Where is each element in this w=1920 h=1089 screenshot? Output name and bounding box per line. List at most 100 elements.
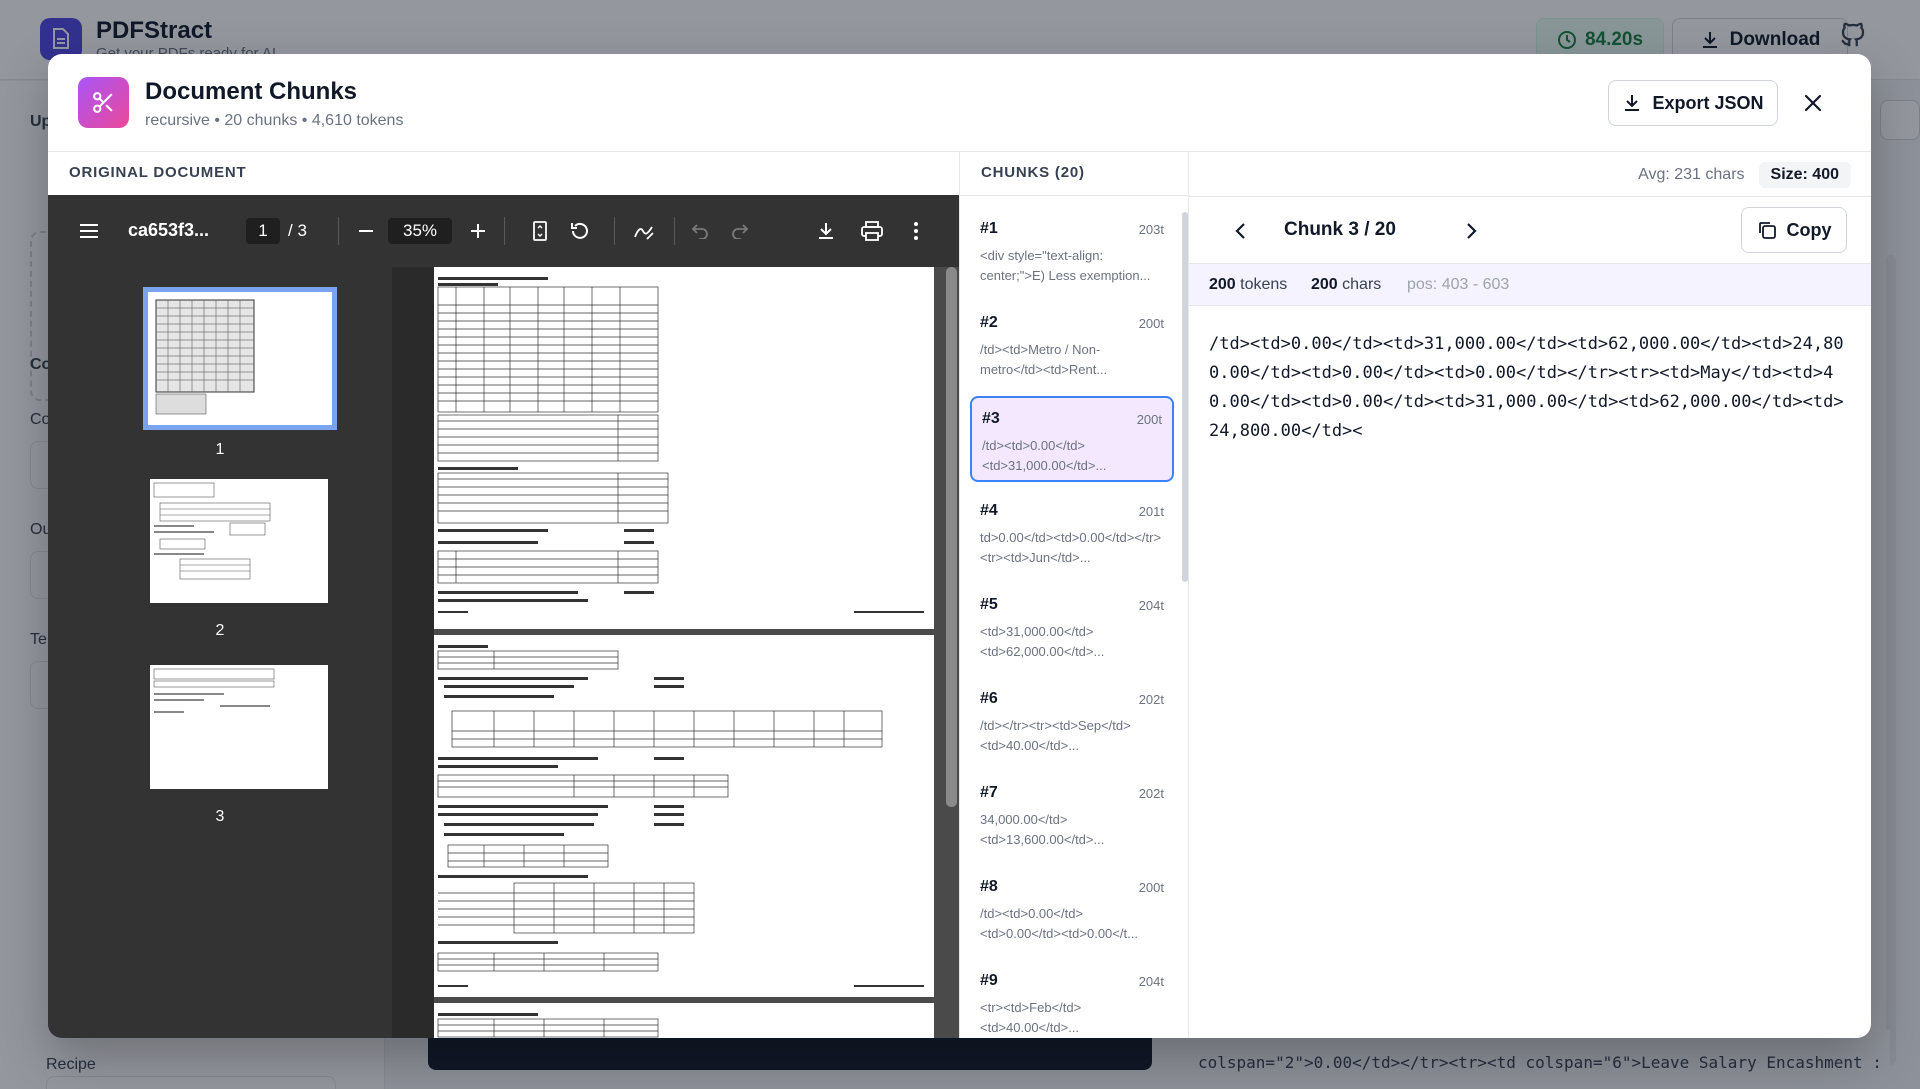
pdf-toolbar: ca653f3... 1 / 3 35% — [48, 195, 959, 267]
copy-label: Copy — [1786, 219, 1832, 240]
pdf-page — [434, 267, 934, 629]
fit-page-icon[interactable] — [528, 219, 552, 243]
modal-title: Document Chunks — [145, 78, 358, 105]
chunk-id: #4 — [980, 502, 998, 519]
download-icon — [1625, 95, 1640, 111]
thumbnail-sidebar: 1 2 3 — [48, 267, 392, 1038]
scissors-icon — [78, 77, 129, 128]
chunks-modal: Document Chunks recursive • 20 chunks • … — [48, 54, 1871, 1038]
chunk-preview: 34,000.00</td><td>13,600.00</td>... — [980, 812, 1105, 847]
chunk-list-item[interactable]: #6 202t /td></tr><tr><td>Sep</td><td>40.… — [970, 678, 1174, 764]
pdf-viewer-body: 1 2 3 — [48, 267, 959, 1038]
chunk-tokens: 200t — [1138, 880, 1164, 895]
chunk-size-badge: Size: 400 — [1758, 162, 1851, 188]
page-thumbnail[interactable] — [143, 287, 337, 430]
chunk-id: #2 — [980, 314, 998, 331]
chunk-tokens: 202t — [1138, 786, 1164, 801]
close-icon[interactable] — [1796, 86, 1830, 120]
toolbar-divider — [674, 217, 675, 245]
pdf-page — [434, 1003, 934, 1038]
token-count: 200 tokens — [1209, 276, 1288, 293]
print-icon[interactable] — [860, 219, 884, 243]
divider — [960, 195, 1190, 196]
export-json-button[interactable]: Export JSON — [1608, 80, 1778, 126]
chunk-id: #9 — [980, 972, 998, 989]
chunk-navigation-bar: Chunk 3 / 20 Copy — [1189, 196, 1871, 264]
chunk-list-item[interactable]: #5 204t <td>31,000.00</td><td>62,000.00<… — [970, 584, 1174, 670]
modal-subtitle: recursive • 20 chunks • 4,610 tokens — [145, 112, 404, 129]
chunk-id: #6 — [980, 690, 998, 707]
chunk-content: /td><td>0.00</td><td>31,000.00</td><td>6… — [1209, 334, 1844, 441]
rotate-icon[interactable] — [568, 219, 592, 243]
export-json-label: Export JSON — [1652, 92, 1764, 113]
chunk-position-title: Chunk 3 / 20 — [1284, 219, 1396, 240]
chunk-id: #5 — [980, 596, 998, 613]
copy-icon — [1758, 222, 1776, 239]
chunk-id: #1 — [980, 220, 998, 237]
original-document-label: ORIGINAL DOCUMENT — [69, 164, 247, 181]
download-icon[interactable] — [814, 219, 838, 243]
chunk-preview: td>0.00</td><td>0.00</td></tr><tr><td>Ju… — [980, 530, 1162, 565]
redo-icon[interactable] — [728, 219, 752, 243]
chunk-list-item[interactable]: #7 202t 34,000.00</td><td>13,600.00</td>… — [970, 772, 1174, 858]
chunk-list-item[interactable]: #9 204t <tr><td>Feb</td><td>40.00</td>..… — [970, 960, 1174, 1038]
undo-icon[interactable] — [688, 219, 712, 243]
toolbar-divider — [614, 217, 615, 245]
pdf-scrollbar[interactable] — [946, 267, 957, 807]
chunk-id: #8 — [980, 878, 998, 895]
chunk-stats: Avg: 231 chars Size: 400 — [1638, 162, 1851, 188]
chunk-list-pane: CHUNKS (20) #1 203t <div style="text-ali… — [959, 152, 1190, 1038]
chunk-id: #3 — [982, 410, 1000, 427]
draw-icon[interactable] — [632, 219, 656, 243]
thumbnail-number: 1 — [215, 441, 225, 458]
chunk-tokens: 201t — [1138, 504, 1164, 519]
pdf-page — [434, 635, 934, 997]
thumbnail-number: 3 — [215, 808, 225, 825]
chunk-detail-pane: Avg: 231 chars Size: 400 Chunk 3 / 20 Co… — [1189, 152, 1871, 1038]
thumbnail-number: 2 — [215, 622, 225, 639]
chunk-list-item-selected[interactable]: #3 200t /td><td>0.00</td><td>31,000.00</… — [970, 396, 1174, 482]
pdf-pages — [434, 267, 959, 1038]
average-chars: Avg: 231 chars — [1638, 166, 1745, 183]
chunk-tokens: 200t — [1136, 412, 1162, 427]
page-total: / 3 — [288, 221, 307, 240]
chunk-preview: /td></tr><tr><td>Sep</td><td>40.00</td>.… — [980, 718, 1131, 753]
chunk-list-item[interactable]: #1 203t <div style="text-align: center;"… — [970, 208, 1174, 294]
copy-button[interactable]: Copy — [1741, 207, 1847, 253]
pdf-file-name: ca653f3... — [128, 220, 210, 240]
zoom-level[interactable]: 35% — [388, 218, 452, 244]
chunk-tokens: 204t — [1138, 598, 1164, 613]
modal-header: Document Chunks recursive • 20 chunks • … — [48, 54, 1871, 152]
toolbar-divider — [338, 217, 339, 245]
char-count: 200 chars — [1311, 276, 1382, 293]
chunk-list-item[interactable]: #4 201t td>0.00</td><td>0.00</td></tr><t… — [970, 490, 1174, 576]
zoom-in-icon[interactable] — [466, 219, 490, 243]
menu-icon[interactable] — [77, 219, 101, 243]
page-thumbnail[interactable] — [150, 479, 328, 603]
chunk-tokens: 204t — [1138, 974, 1164, 989]
chevron-right-icon[interactable] — [1459, 219, 1483, 243]
chunk-id: #7 — [980, 784, 998, 801]
chunk-preview: <td>31,000.00</td><td>62,000.00</td>... — [980, 624, 1105, 659]
chunk-list-item[interactable]: #8 200t /td><td>0.00</td><td>0.00</td><t… — [970, 866, 1174, 952]
chunk-tokens: 203t — [1138, 222, 1164, 237]
chevron-left-icon[interactable] — [1229, 219, 1253, 243]
chunk-tokens: 200t — [1138, 316, 1164, 331]
zoom-out-icon[interactable] — [354, 219, 378, 243]
more-icon[interactable] — [904, 219, 928, 243]
page-number-input[interactable]: 1 — [246, 218, 280, 244]
chunk-meta-bar: 200 tokens 200 chars pos: 403 - 603 — [1189, 264, 1871, 306]
chunk-preview: <div style="text-align: center;">E) Less… — [980, 248, 1151, 283]
chunk-preview: <tr><td>Feb</td><td>40.00</td>... — [980, 1000, 1082, 1035]
original-document-pane: ORIGINAL DOCUMENT ca653f3... 1 / 3 35% 1… — [48, 152, 959, 1038]
page-thumbnail[interactable] — [150, 665, 328, 789]
chunk-list-scrollbar[interactable] — [1182, 212, 1188, 582]
chunk-position-range: pos: 403 - 603 — [1407, 276, 1510, 293]
chunk-tokens: 202t — [1138, 692, 1164, 707]
chunks-count-label: CHUNKS (20) — [981, 164, 1085, 181]
chunk-preview: /td><td>Metro / Non-metro</td><td>Rent..… — [980, 342, 1108, 377]
chunk-preview: /td><td>0.00</td><td>0.00</td><td>0.00</… — [980, 906, 1138, 941]
toolbar-divider — [504, 217, 505, 245]
chunk-list-item[interactable]: #2 200t /td><td>Metro / Non-metro</td><t… — [970, 302, 1174, 388]
chunk-preview: /td><td>0.00</td><td>31,000.00</td>... — [982, 438, 1107, 473]
